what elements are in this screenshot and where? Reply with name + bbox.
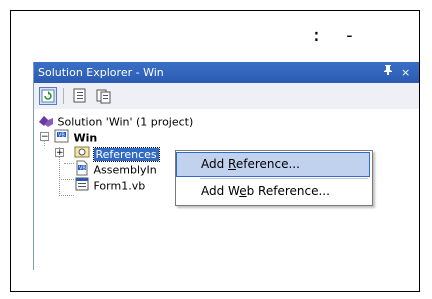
refresh-icon[interactable] [39, 87, 57, 105]
tree-item-solution[interactable]: Solution 'Win' (1 project) [38, 112, 194, 129]
show-all-files-icon[interactable] [95, 87, 113, 105]
menu-text: eference... [235, 157, 300, 171]
svg-text:VB: VB [79, 165, 86, 171]
menu-text: b Reference... [246, 184, 330, 198]
menu-item-add-reference[interactable]: Add Reference... [176, 152, 370, 177]
solution-explorer-toolbar [34, 83, 419, 110]
dash-mark: - [344, 25, 355, 46]
colon-mark: : [311, 25, 322, 46]
accelerator-key: R [228, 157, 236, 171]
references-label: References [92, 146, 160, 162]
menu-item-add-web-reference[interactable]: Add Web Reference... [177, 180, 369, 203]
references-context-menu: Add Reference... Add Web Reference... [175, 150, 373, 206]
svg-text:VB: VB [58, 133, 65, 139]
solution-explorer-titlebar[interactable]: Solution Explorer - Win × [34, 62, 419, 83]
menu-text: Add [201, 157, 229, 171]
form-icon [74, 176, 90, 197]
assembly-label: AssemblyIn [93, 163, 157, 177]
pin-icon[interactable] [383, 62, 393, 83]
close-icon[interactable]: × [401, 62, 410, 83]
menu-separator [200, 178, 368, 179]
expand-references-toggle[interactable]: + [55, 148, 64, 158]
tree-line [59, 195, 74, 196]
tree-item-form[interactable]: Form1.vb [74, 176, 146, 193]
solution-icon [38, 112, 54, 133]
vb-project-icon: VB [54, 128, 70, 149]
form-label: Form1.vb [93, 179, 146, 193]
tree-line [59, 179, 74, 180]
project-label: Win [73, 131, 98, 145]
tree-item-assembly[interactable]: VB AssemblyIn [74, 160, 157, 177]
tree-item-project[interactable]: VB Win [54, 128, 98, 145]
solution-explorer-title: Solution Explorer - Win [38, 66, 164, 79]
properties-icon[interactable] [71, 87, 89, 105]
tree-line [64, 163, 74, 164]
menu-text: Add W [201, 184, 240, 198]
toolbar-separator [63, 88, 64, 104]
tree-item-references[interactable]: References [74, 144, 160, 162]
accelerator-key: e [239, 184, 247, 198]
collapse-project-toggle[interactable]: − [40, 132, 49, 142]
solution-label: Solution 'Win' (1 project) [57, 115, 194, 129]
